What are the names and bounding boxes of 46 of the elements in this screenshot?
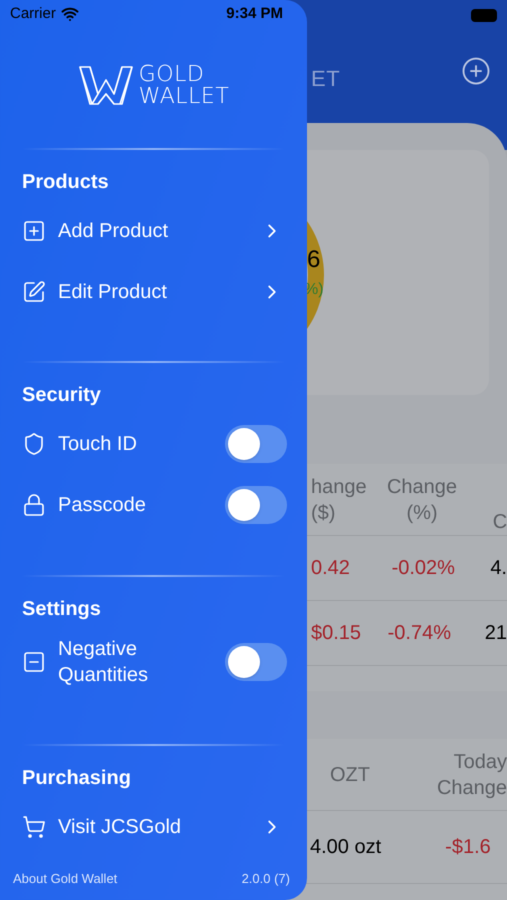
plus-square-icon <box>22 218 46 242</box>
item-label: Touch ID <box>58 432 138 456</box>
section-title: Settings <box>21 597 102 621</box>
item-label: Add Product <box>58 218 168 244</box>
shield-icon <box>22 432 46 456</box>
battery-icon <box>471 9 497 22</box>
table-cell-text: 0.42 <box>311 556 351 581</box>
clock-label: 9:34 PM <box>226 4 283 24</box>
version-label: 2.0.0 (7) <box>242 870 290 888</box>
logo-text: GOLD WALLET <box>138 64 230 108</box>
table-cell-text: -0.02% <box>390 556 456 581</box>
menu-item[interactable]: Edit Product <box>0 261 307 322</box>
summary-value: 6 <box>307 248 320 272</box>
menu-item[interactable]: Visit JCSGold <box>0 796 307 857</box>
edit-icon <box>22 280 46 304</box>
menu-item[interactable]: Add Product <box>0 200 307 261</box>
column-header: C <box>493 510 507 535</box>
item-label: Passcode <box>58 492 147 518</box>
table-cell-text: $0.15 <box>311 621 362 646</box>
item-label: Negative Quantities <box>58 637 150 688</box>
item-label: Edit Product <box>58 280 167 304</box>
header-title: ET <box>311 68 340 90</box>
column-header: OZT <box>330 762 370 788</box>
add-icon[interactable] <box>461 56 491 86</box>
table-cell-text: -0.74% <box>386 621 452 646</box>
column-header: Change (%) <box>386 474 458 526</box>
toggle-switch[interactable] <box>225 643 287 681</box>
table-cell-text: 21 <box>484 621 507 646</box>
section-title: Purchasing <box>21 766 132 790</box>
item-label: Visit JCSGold <box>58 814 182 840</box>
cart-icon <box>22 814 46 838</box>
section-title: Security <box>21 383 102 407</box>
table-cell-text: -$1.6 <box>445 835 491 860</box>
table-cell-text: 4. <box>490 556 507 581</box>
toggle-switch[interactable] <box>225 424 287 462</box>
logo-icon <box>78 64 134 108</box>
column-header: Today Change <box>436 750 507 800</box>
about-link[interactable]: About Gold Wallet <box>13 868 118 888</box>
minus-square-icon <box>22 650 46 674</box>
column-header: hange ($) <box>311 474 368 526</box>
table-cell-text: 4.00 ozt <box>310 835 382 860</box>
wifi-icon <box>60 5 79 23</box>
toggle-switch[interactable] <box>225 486 287 524</box>
carrier-label: Carrier <box>10 4 56 24</box>
section-title: Products <box>21 170 110 194</box>
lock-icon <box>22 492 46 516</box>
